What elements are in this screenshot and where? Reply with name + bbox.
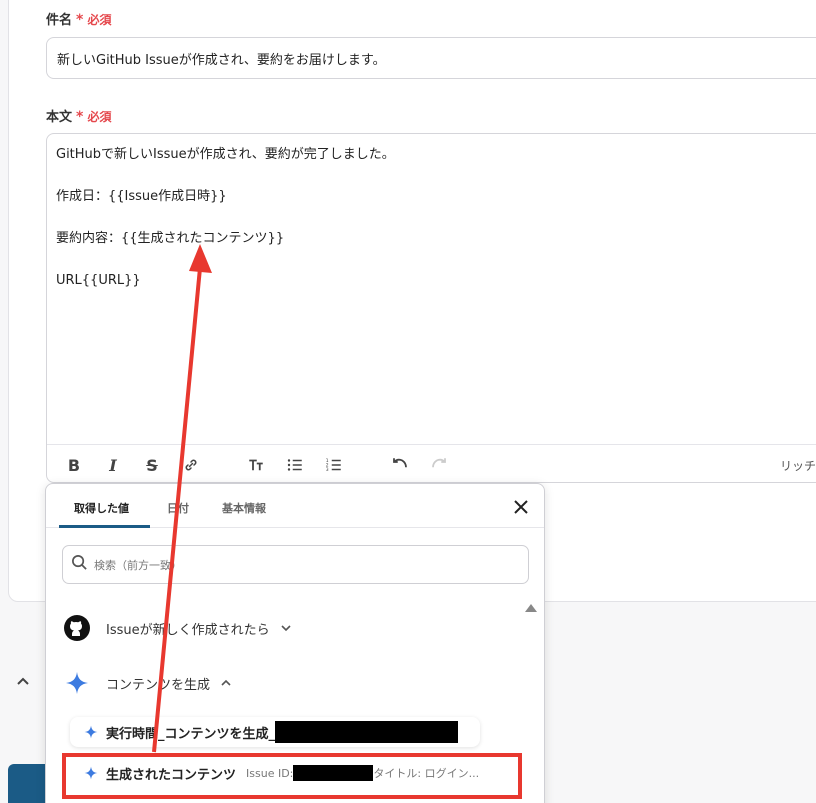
text-size-icon[interactable]: [246, 455, 266, 475]
active-tab-indicator: [59, 525, 150, 528]
body-label: 本文 * 必須: [46, 109, 112, 125]
bullet-list-icon[interactable]: [285, 455, 305, 475]
bold-icon[interactable]: B: [64, 455, 84, 475]
svg-text:3: 3: [326, 467, 329, 473]
chevron-up-icon: [221, 679, 231, 686]
group-generate-content[interactable]: コンテンツを生成: [64, 670, 232, 696]
scroll-up-arrow[interactable]: [525, 604, 537, 612]
tab-basic-info[interactable]: 基本情報: [222, 500, 266, 516]
primary-button[interactable]: [8, 764, 48, 803]
search-icon: [71, 554, 88, 575]
body-line: 作成日：{{Issue作成日時}}: [56, 189, 227, 204]
group-label: Issueが新しく作成されたら: [106, 622, 270, 638]
subject-input[interactable]: 新しいGitHub Issueが作成され、要約をお届けします。: [46, 37, 816, 79]
sparkle-icon: [84, 725, 98, 739]
picker-tabs: 取得した値 日付 基本情報: [46, 484, 544, 528]
group-github-trigger[interactable]: Issueが新しく作成されたら: [64, 615, 292, 641]
body-line: [56, 207, 395, 228]
sparkle-icon: [64, 670, 90, 696]
editor-toolbar: B I S 123 リッチ: [47, 444, 816, 484]
github-icon: [64, 615, 90, 641]
strikethrough-icon[interactable]: S: [142, 455, 162, 475]
subject-value: 新しいGitHub Issueが作成され、要約をお届けします。: [57, 52, 386, 68]
list-item-execution-time[interactable]: 実行時間_コンテンツを生成_: [70, 717, 480, 747]
body-editor[interactable]: GitHubで新しいIssueが作成され、要約が完了しました。 作成日：{{Is…: [46, 133, 816, 483]
chevron-up-icon[interactable]: [16, 673, 30, 687]
undo-icon[interactable]: [390, 455, 410, 475]
rich-text-toggle[interactable]: リッチ: [780, 457, 816, 474]
group-label: コンテンツを生成: [106, 677, 211, 693]
body-line: [56, 165, 395, 186]
body-line: GitHubで新しいIssueが作成され、要約が完了しました。: [56, 147, 395, 162]
numbered-list-icon[interactable]: 123: [324, 455, 344, 475]
link-icon[interactable]: [181, 455, 201, 475]
item-name: 実行時間_コンテンツを生成_: [106, 726, 276, 742]
chevron-down-icon: [281, 625, 291, 632]
body-text[interactable]: GitHubで新しいIssueが作成され、要約が完了しました。 作成日：{{Is…: [56, 144, 395, 291]
body-line: 要約内容：{{生成されたコンテンツ}}: [56, 231, 285, 246]
tab-date[interactable]: 日付: [167, 500, 189, 516]
redacted-block: [275, 721, 459, 743]
subject-label: 件名 * 必須: [46, 12, 112, 28]
search-input[interactable]: 検索（前方一致）: [62, 545, 529, 584]
search-placeholder: 検索（前方一致）: [94, 558, 182, 572]
tab-acquired-values[interactable]: 取得した値: [74, 500, 129, 516]
body-line: [56, 249, 395, 270]
highlight-box: [62, 753, 522, 799]
close-icon[interactable]: [512, 498, 530, 516]
redo-icon[interactable]: [429, 455, 449, 475]
italic-icon[interactable]: I: [103, 455, 123, 475]
body-line: URL{{URL}}: [56, 273, 141, 288]
